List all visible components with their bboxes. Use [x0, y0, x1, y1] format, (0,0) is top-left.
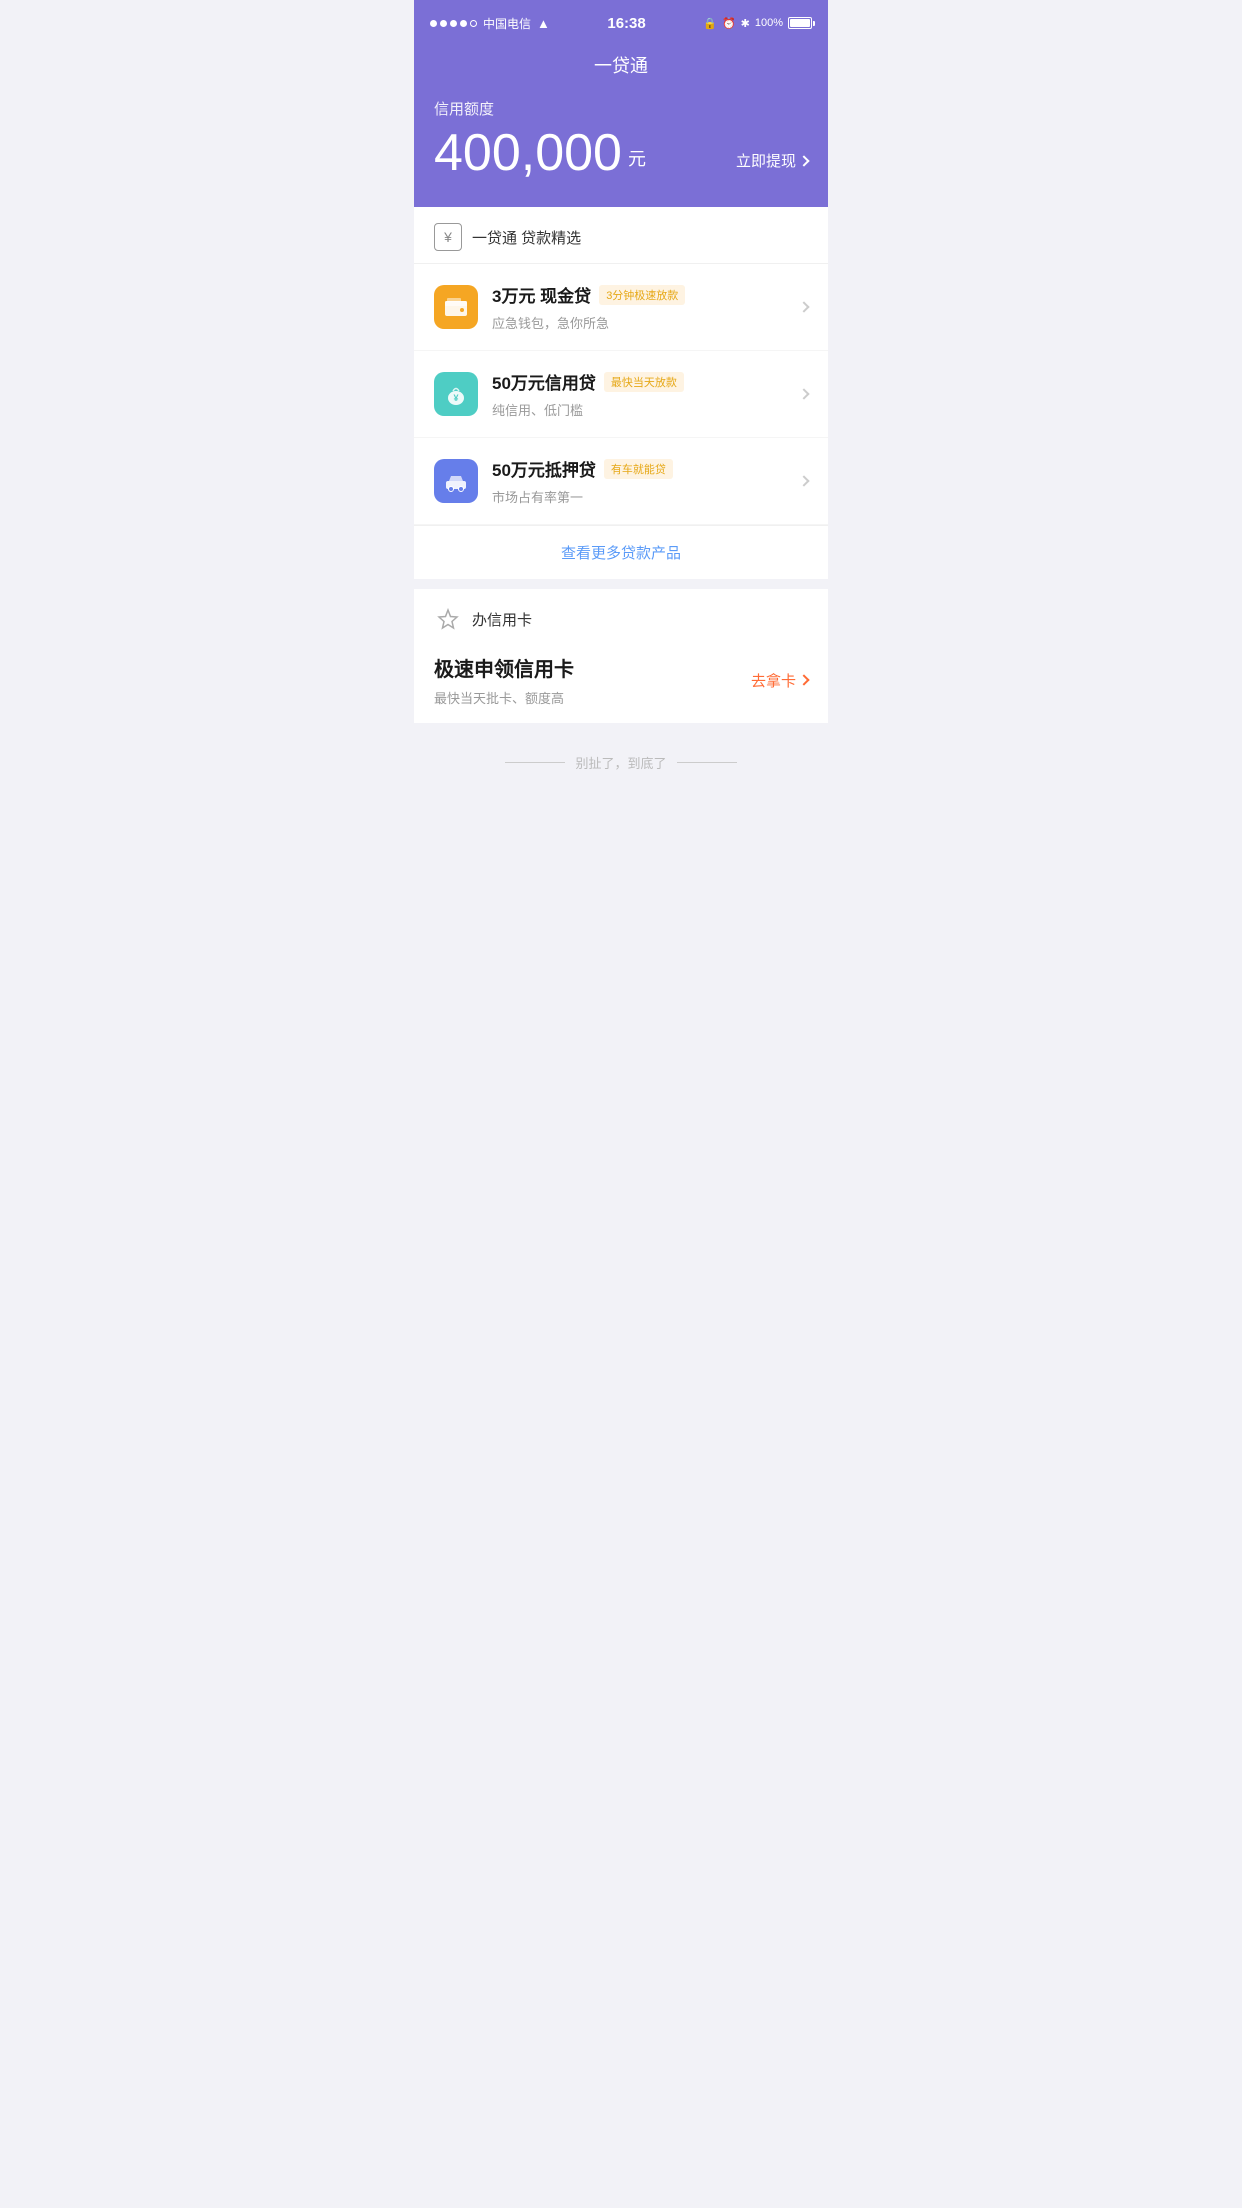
loan-icon-cash — [434, 285, 478, 329]
dot3 — [450, 20, 457, 27]
credit-card-title: 极速申领信用卡 — [434, 653, 574, 682]
loan-content-cash: 3万元 现金贷 3分钟极速放款 应急钱包，急你所急 — [492, 282, 800, 332]
credit-amount: 400,000 元 — [434, 127, 646, 179]
alarm-icon: ⏰ — [722, 17, 736, 30]
amount-number: 400,000 — [434, 127, 622, 179]
svg-text:¥: ¥ — [453, 393, 458, 403]
credit-card-sub: 最快当天批卡、额度高 — [434, 688, 574, 707]
status-time: 16:38 — [607, 15, 645, 32]
loan-title-mortgage: 50万元抵押贷 — [492, 456, 596, 481]
footer-line: 别扯了，到底了 — [434, 753, 808, 772]
credit-card-section: 办信用卡 极速申领信用卡 最快当天批卡、额度高 去拿卡 — [414, 589, 828, 723]
loan-chevron-credit — [798, 388, 809, 399]
lock-icon: 🔒 — [703, 17, 717, 30]
status-left: 中国电信 ▲ — [430, 15, 550, 32]
loan-chevron-mortgage — [798, 475, 809, 486]
withdraw-label: 立即提现 — [736, 150, 796, 171]
loan-title-row-mortgage: 50万元抵押贷 有车就能贷 — [492, 456, 800, 481]
footer-dash-left — [505, 762, 565, 763]
loan-content-credit: 50万元信用贷 最快当天放款 纯信用、低门槛 — [492, 369, 800, 419]
get-card-button[interactable]: 去拿卡 — [751, 670, 808, 691]
withdraw-button[interactable]: 立即提现 — [736, 150, 808, 179]
loan-section-header: ¥ 一贷通 贷款精选 — [414, 207, 828, 264]
loan-section-title: 一贷通 贷款精选 — [472, 227, 581, 248]
status-bar: 中国电信 ▲ 16:38 🔒 ⏰ ✱ 100% — [414, 0, 828, 44]
loan-icon-credit: ¥ — [434, 372, 478, 416]
loan-tag-mortgage: 有车就能贷 — [604, 459, 673, 479]
car-icon — [443, 468, 469, 494]
footer: 别扯了，到底了 — [414, 733, 828, 792]
chevron-right-icon — [798, 155, 809, 166]
credit-card-header-title: 办信用卡 — [472, 609, 532, 630]
more-products-btn[interactable]: 查看更多贷款产品 — [414, 525, 828, 579]
get-card-label: 去拿卡 — [751, 670, 796, 691]
wifi-icon: ▲ — [537, 16, 550, 31]
wallet-icon — [443, 294, 469, 320]
loan-sub-mortgage: 市场占有率第一 — [492, 487, 800, 506]
loan-chevron-cash — [798, 301, 809, 312]
footer-text: 别扯了，到底了 — [575, 753, 666, 772]
battery-icon — [788, 17, 812, 29]
carrier-label: 中国电信 — [483, 15, 531, 32]
loan-tag-cash: 3分钟极速放款 — [599, 285, 685, 305]
dot4 — [460, 20, 467, 27]
dot1 — [430, 20, 437, 27]
credit-row: 400,000 元 立即提现 — [434, 127, 808, 179]
moneybag-icon: ¥ — [443, 381, 469, 407]
more-products-label: 查看更多贷款产品 — [561, 545, 681, 562]
battery-percent: 100% — [755, 17, 783, 29]
battery-fill — [790, 19, 810, 27]
loan-sub-credit: 纯信用、低门槛 — [492, 400, 800, 419]
status-right: 🔒 ⏰ ✱ 100% — [703, 17, 812, 30]
dot5 — [470, 20, 477, 27]
loan-title-row-cash: 3万元 现金贷 3分钟极速放款 — [492, 282, 800, 307]
credit-card-header: 办信用卡 — [434, 605, 808, 633]
credit-card-left: 极速申领信用卡 最快当天批卡、额度高 — [434, 653, 574, 707]
page-title: 一贷通 — [434, 52, 808, 78]
loan-item-mortgage[interactable]: 50万元抵押贷 有车就能贷 市场占有率第一 — [414, 438, 828, 525]
get-card-chevron — [798, 674, 809, 685]
loan-title-row-credit: 50万元信用贷 最快当天放款 — [492, 369, 800, 394]
loan-title-cash: 3万元 现金贷 — [492, 282, 591, 307]
loan-tag-credit: 最快当天放款 — [604, 372, 684, 392]
footer-dash-right — [677, 762, 737, 763]
loan-section: ¥ 一贷通 贷款精选 3万元 现金贷 3分钟极速放款 应急钱包，急你所急 — [414, 207, 828, 579]
dot2 — [440, 20, 447, 27]
loan-item-credit[interactable]: ¥ 50万元信用贷 最快当天放款 纯信用、低门槛 — [414, 351, 828, 438]
header: 一贷通 信用额度 400,000 元 立即提现 — [414, 44, 828, 207]
bluetooth-icon: ✱ — [741, 17, 750, 30]
star-icon — [434, 605, 462, 633]
loan-sub-cash: 应急钱包，急你所急 — [492, 313, 800, 332]
loan-icon-mortgage — [434, 459, 478, 503]
loan-item-cash[interactable]: 3万元 现金贷 3分钟极速放款 应急钱包，急你所急 — [414, 264, 828, 351]
amount-unit: 元 — [628, 145, 646, 171]
loan-title-credit: 50万元信用贷 — [492, 369, 596, 394]
loan-content-mortgage: 50万元抵押贷 有车就能贷 市场占有率第一 — [492, 456, 800, 506]
credit-label: 信用额度 — [434, 98, 808, 119]
yen-icon: ¥ — [434, 223, 462, 251]
signal-dots — [430, 20, 477, 27]
credit-card-content: 极速申领信用卡 最快当天批卡、额度高 去拿卡 — [434, 653, 808, 707]
